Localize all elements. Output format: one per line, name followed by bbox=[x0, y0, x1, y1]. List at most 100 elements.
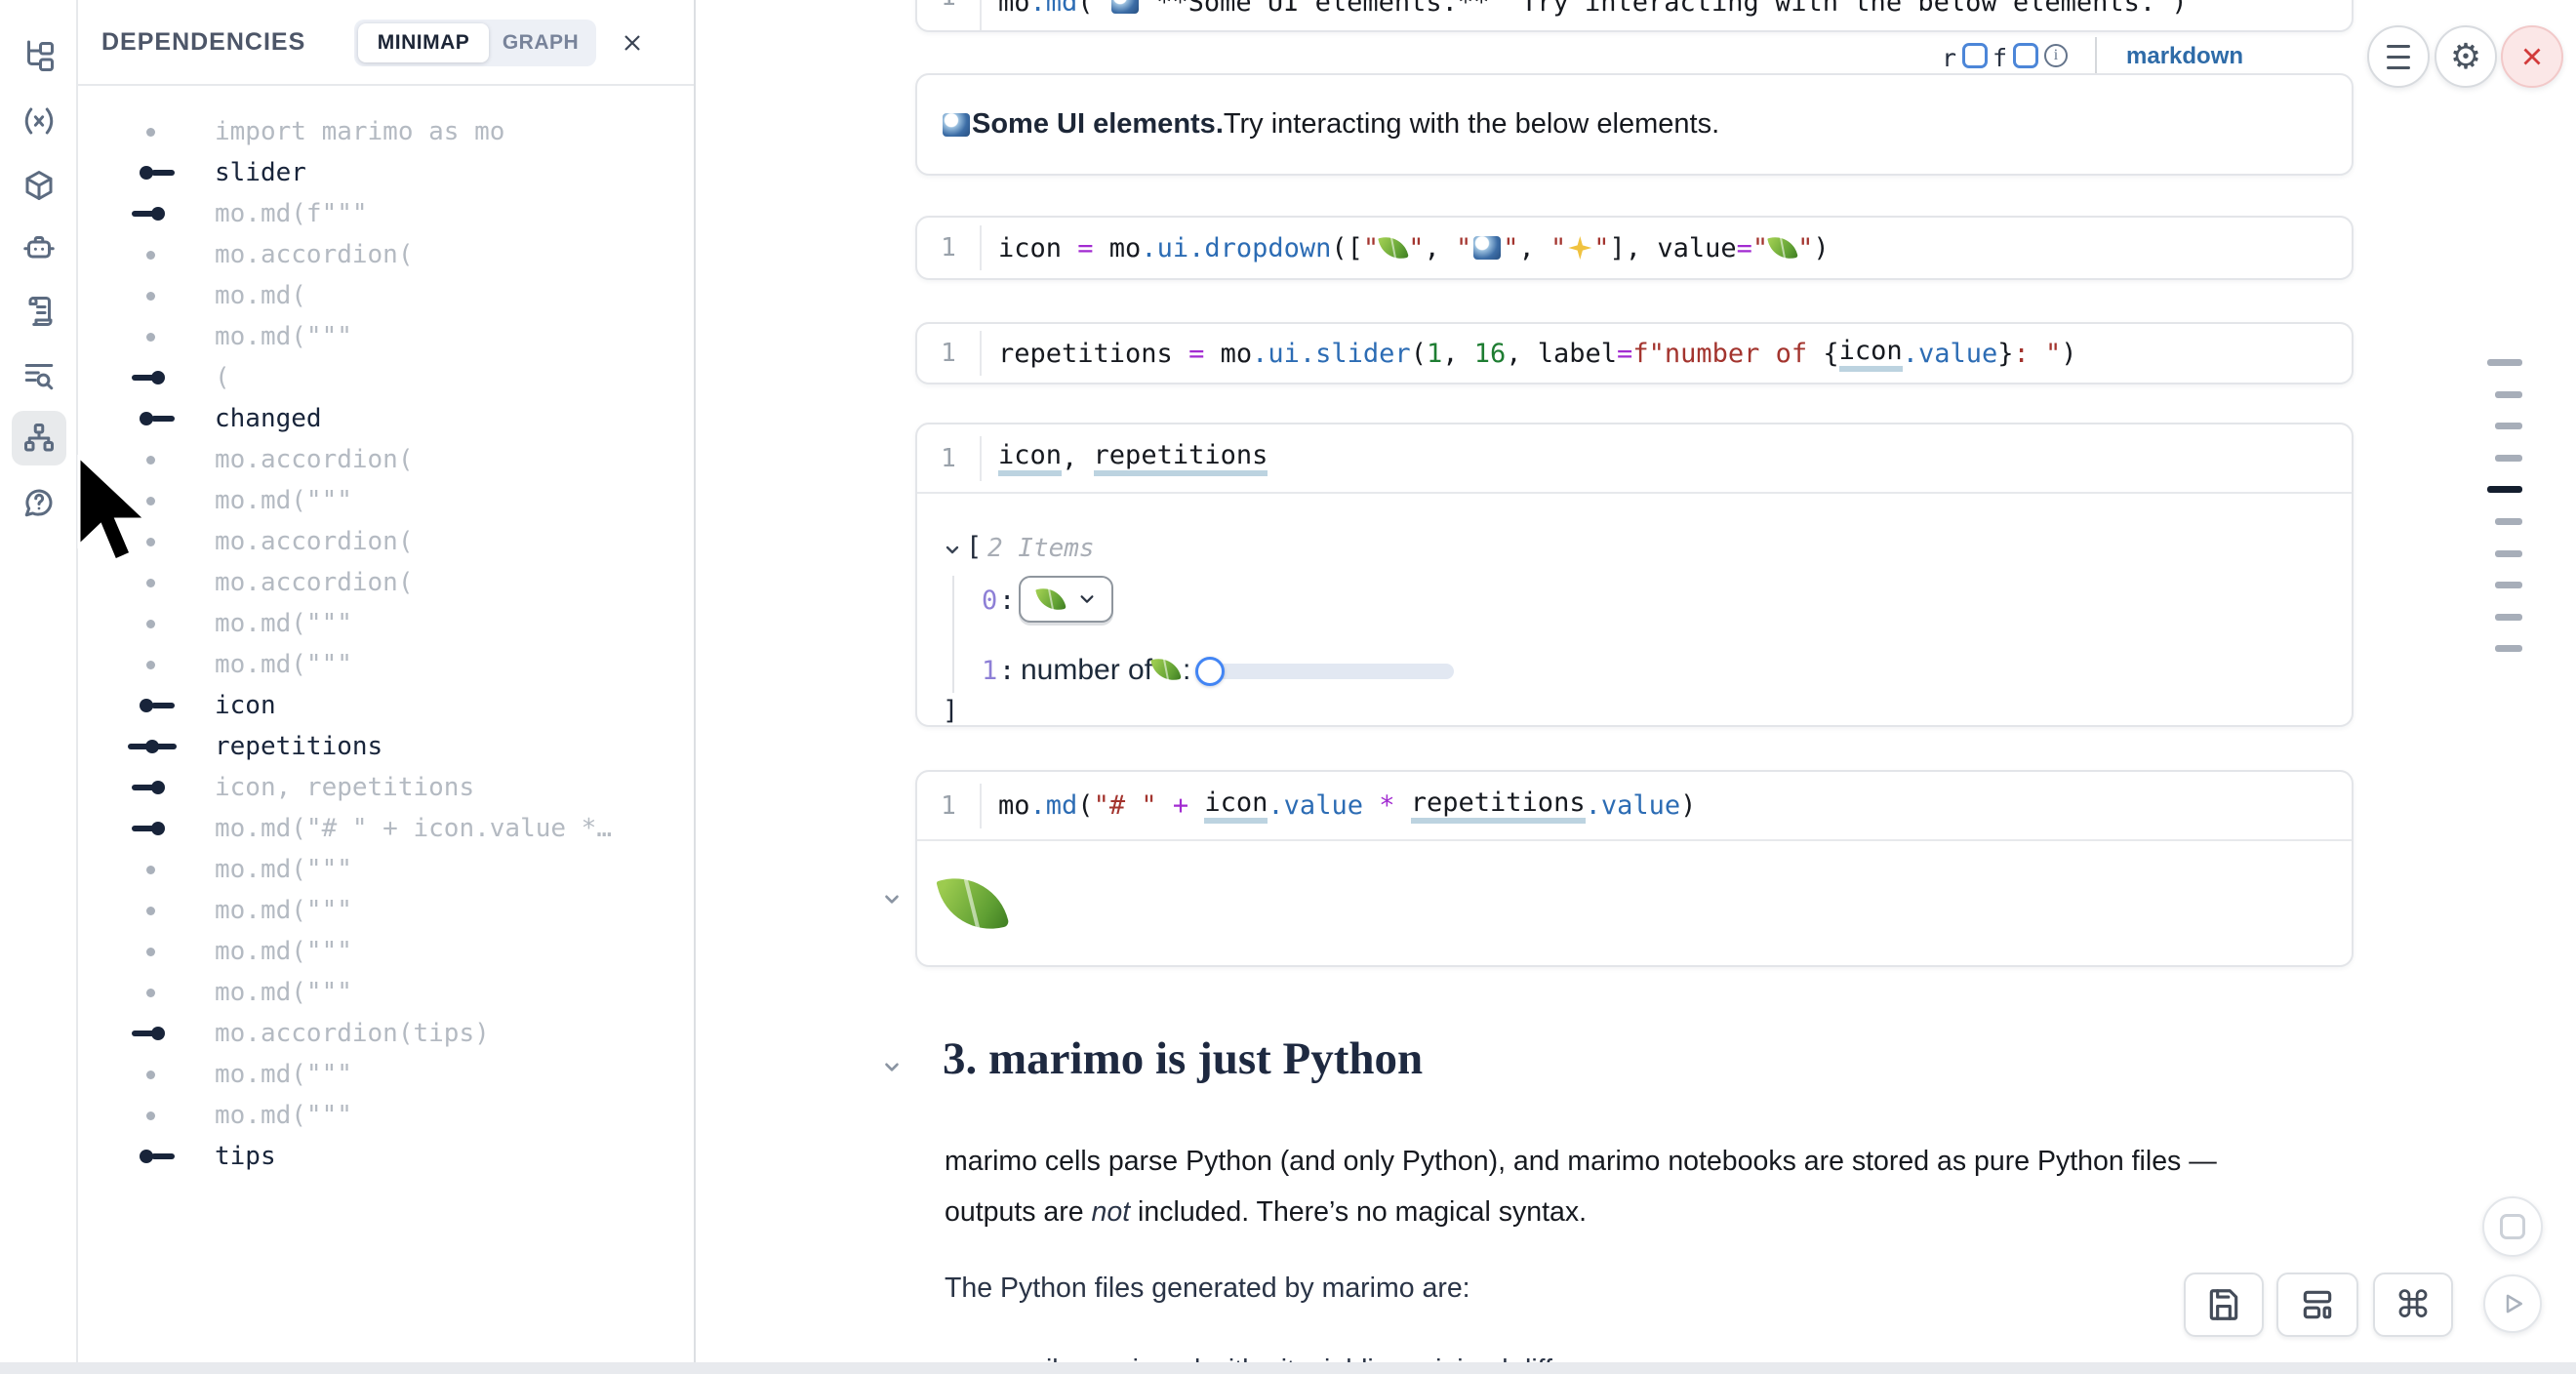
minimap-row[interactable]: mo.accordion(tips) bbox=[78, 1013, 694, 1054]
minimap-row[interactable]: mo.md(""" bbox=[78, 1095, 694, 1136]
minimap-row[interactable]: mo.md(""" bbox=[78, 972, 694, 1013]
cell-indicator-dash[interactable] bbox=[2495, 582, 2522, 588]
minimap-row[interactable]: mo.md(""" bbox=[78, 480, 694, 521]
minimap-row-label: mo.md( bbox=[215, 281, 306, 310]
help-icon[interactable] bbox=[18, 481, 60, 524]
r-checkbox[interactable] bbox=[1962, 43, 1988, 68]
minimap-row[interactable]: mo.md( bbox=[78, 275, 694, 316]
cell-indicator-dash[interactable] bbox=[2495, 550, 2522, 557]
minimap-row[interactable]: mo.accordion( bbox=[78, 234, 694, 275]
bottom-scrollbar[interactable] bbox=[0, 1362, 2576, 1374]
section-collapse-icon[interactable] bbox=[881, 1056, 903, 1077]
marimo-app: DEPENDENCIES MINIMAP GRAPH import marimo… bbox=[0, 0, 2576, 1374]
minimap-row[interactable]: changed bbox=[78, 398, 694, 439]
shutdown-button[interactable] bbox=[2501, 25, 2563, 88]
cell-indicator-dash[interactable] bbox=[2487, 359, 2522, 366]
cell-slider-code[interactable]: 1 repetitions = mo.ui.slider(1, 16, labe… bbox=[915, 322, 2354, 384]
minimap-row-label: mo.accordion( bbox=[215, 568, 414, 597]
cell-indicator-dash[interactable] bbox=[2495, 455, 2522, 462]
file-tree-icon[interactable] bbox=[18, 35, 60, 78]
cell-indicator-dash[interactable] bbox=[2495, 391, 2522, 398]
minimap-row[interactable]: mo.md("# " + icon.value *… bbox=[78, 808, 694, 849]
minimap-row[interactable]: mo.accordion( bbox=[78, 562, 694, 603]
minimap-row-label: slider bbox=[215, 158, 306, 187]
snippets-icon[interactable] bbox=[18, 290, 60, 333]
dependency-marker-icon bbox=[127, 644, 181, 685]
code-line[interactable]: mo.md(" **Some UI elements.** Try intera… bbox=[982, 0, 2188, 18]
minimap-row-label: mo.md(""" bbox=[215, 322, 352, 351]
f-checkbox[interactable] bbox=[2013, 43, 2038, 68]
packages-icon[interactable] bbox=[18, 164, 60, 207]
leaf-icon bbox=[1035, 584, 1067, 615]
code-line[interactable]: repetitions = mo.ui.slider(1, 16, label=… bbox=[982, 336, 2077, 372]
cell-divider bbox=[917, 839, 2352, 841]
minimap-row[interactable]: mo.md(""" bbox=[78, 890, 694, 931]
minimap-row[interactable]: tips bbox=[78, 1136, 694, 1177]
cell-divider bbox=[917, 492, 2352, 494]
leaf-icon bbox=[1378, 232, 1409, 263]
minimap-row[interactable]: repetitions bbox=[78, 726, 694, 767]
code-area[interactable]: 1 mo.md("# " + icon.value * repetitions.… bbox=[917, 772, 2352, 839]
repetitions-slider-track[interactable] bbox=[1210, 664, 1454, 679]
ai-assistant-icon[interactable] bbox=[18, 226, 60, 269]
tree-collapse-icon[interactable] bbox=[943, 540, 962, 559]
tab-minimap[interactable]: MINIMAP bbox=[358, 23, 489, 62]
minimap-row[interactable]: import marimo as mo bbox=[78, 111, 694, 152]
minimap-row-label: import marimo as mo bbox=[215, 117, 504, 146]
minimap-row[interactable]: icon, repetitions bbox=[78, 767, 694, 808]
save-icon bbox=[2205, 1286, 2242, 1323]
line-number: 1 bbox=[917, 0, 980, 12]
dependencies-panel: DEPENDENCIES MINIMAP GRAPH import marimo… bbox=[78, 0, 696, 1374]
repetitions-slider-knob[interactable] bbox=[1195, 657, 1225, 686]
output-collapse-icon[interactable] bbox=[881, 888, 903, 909]
minimap-row[interactable]: mo.md(""" bbox=[78, 603, 694, 644]
minimap-row-label: mo.md(f""" bbox=[215, 199, 368, 228]
dependencies-icon[interactable] bbox=[18, 417, 60, 460]
minimap-row[interactable]: mo.md(""" bbox=[78, 1054, 694, 1095]
banner-text: Some UI elements. Try interacting with t… bbox=[941, 75, 1719, 174]
outline-search-icon[interactable] bbox=[18, 354, 60, 397]
minimap-row[interactable]: mo.md(""" bbox=[78, 316, 694, 357]
tab-graph[interactable]: GRAPH bbox=[489, 23, 592, 62]
run-button[interactable] bbox=[2483, 1274, 2542, 1333]
minimap-row[interactable]: mo.accordion( bbox=[78, 439, 694, 480]
stop-button[interactable] bbox=[2482, 1196, 2543, 1257]
cell-intro-markdown[interactable]: 1 mo.md(" **Some UI elements.** Try inte… bbox=[915, 0, 2354, 32]
minimap-row[interactable]: icon bbox=[78, 685, 694, 726]
settings-button[interactable]: ⚙ bbox=[2435, 25, 2497, 88]
minimap-row[interactable]: mo.md(""" bbox=[78, 849, 694, 890]
leaf-icon bbox=[1767, 232, 1798, 263]
markdown-language-label[interactable]: markdown bbox=[2126, 43, 2243, 70]
minimap-list: import marimo as mo slider mo.md(f""" mo… bbox=[78, 111, 694, 1177]
cell-indicator-dash[interactable] bbox=[2495, 645, 2522, 652]
minimap-row-label: mo.md(""" bbox=[215, 896, 352, 925]
code-area[interactable]: 1 icon, repetitions bbox=[917, 424, 2352, 492]
panel-close-icon[interactable] bbox=[619, 29, 646, 57]
dependency-marker-icon bbox=[127, 398, 181, 439]
code-line[interactable]: icon = mo.ui.dropdown(["", "", ""], valu… bbox=[982, 233, 1830, 263]
cell-indicator-dash[interactable] bbox=[2495, 518, 2522, 525]
code-line[interactable]: icon, repetitions bbox=[982, 440, 1268, 476]
cell-indicator-dash[interactable] bbox=[2495, 423, 2522, 429]
minimap-row[interactable]: mo.md(f""" bbox=[78, 193, 694, 234]
minimap-row[interactable]: ( bbox=[78, 357, 694, 398]
shortcuts-button[interactable]: ⌘ bbox=[2373, 1273, 2453, 1337]
cell-dropdown-code[interactable]: 1 icon = mo.ui.dropdown(["", "", ""], va… bbox=[915, 216, 2354, 280]
variables-icon[interactable] bbox=[18, 100, 60, 142]
info-icon[interactable]: i bbox=[2044, 44, 2068, 67]
save-button[interactable] bbox=[2184, 1273, 2264, 1337]
minimap-row-label: mo.accordion( bbox=[215, 240, 414, 269]
dependency-marker-icon bbox=[127, 890, 181, 931]
icon-dropdown[interactable] bbox=[1019, 576, 1113, 623]
menu-button[interactable] bbox=[2367, 25, 2430, 88]
minimap-row[interactable]: mo.accordion( bbox=[78, 521, 694, 562]
bracket-close: ] bbox=[943, 696, 958, 726]
dependency-marker-icon bbox=[127, 1095, 181, 1136]
layout-button[interactable] bbox=[2276, 1273, 2358, 1337]
minimap-row[interactable]: slider bbox=[78, 152, 694, 193]
cell-indicator-dash[interactable] bbox=[2487, 486, 2522, 493]
cell-indicator-dash[interactable] bbox=[2495, 614, 2522, 621]
minimap-row[interactable]: mo.md(""" bbox=[78, 644, 694, 685]
code-line[interactable]: mo.md("# " + icon.value * repetitions.va… bbox=[982, 788, 1696, 824]
minimap-row[interactable]: mo.md(""" bbox=[78, 931, 694, 972]
